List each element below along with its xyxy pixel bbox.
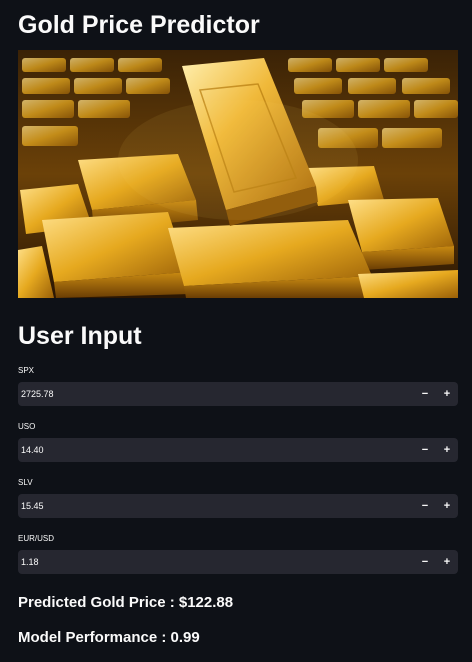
slv-field: SLV − + [18,478,458,518]
slv-number-input: − + [18,494,458,518]
eurusd-number-input: − + [18,550,458,574]
uso-label: USO [18,422,36,431]
spx-increment-button[interactable]: + [436,382,458,406]
spx-field: SPX − + [18,366,458,406]
app-page: Gold Price Predictor User Input SPX 2725… [0,0,472,662]
uso-decrement-button[interactable]: − [414,438,436,462]
page-title: Gold Price Predictor [18,11,260,39]
predicted-price-text: Predicted Gold Price : $122.88 [18,594,234,611]
eurusd-decrement-button[interactable]: − [414,550,436,574]
eurusd-input[interactable] [18,550,414,574]
eurusd-field: EUR/USD − + [18,534,458,574]
section-heading: User Input [18,322,142,350]
slv-increment-button[interactable]: + [436,494,458,518]
slv-label: SLV [18,478,33,487]
uso-input[interactable] [18,438,414,462]
gold-bars-image [18,50,458,298]
eurusd-increment-button[interactable]: + [436,550,458,574]
spx-input[interactable] [18,382,414,406]
slv-input[interactable] [18,494,414,518]
spx-label: SPX [18,366,35,375]
spx-number-input: − + [18,382,458,406]
spx-decrement-button[interactable]: − [414,382,436,406]
slv-decrement-button[interactable]: − [414,494,436,518]
eurusd-label: EUR/USD [18,534,55,543]
uso-field: USO − + [18,422,458,462]
uso-number-input: − + [18,438,458,462]
model-performance-text: Model Performance : 0.99 [18,629,200,646]
uso-increment-button[interactable]: + [436,438,458,462]
